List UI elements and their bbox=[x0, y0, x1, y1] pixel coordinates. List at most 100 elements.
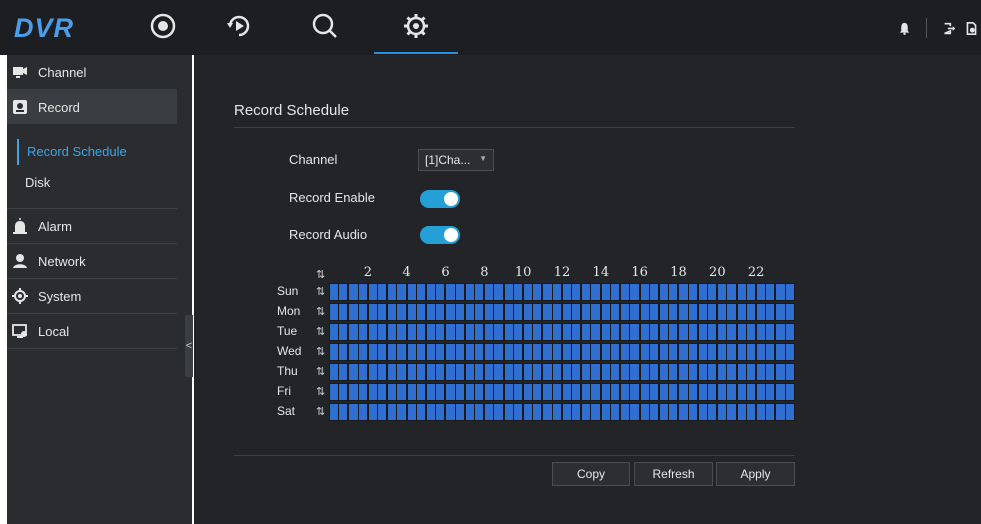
schedule-cell[interactable] bbox=[387, 364, 397, 380]
sidebar-item-alarm[interactable]: Alarm bbox=[7, 209, 177, 243]
schedule-cell[interactable] bbox=[416, 364, 426, 380]
schedule-cell[interactable] bbox=[697, 344, 707, 360]
schedule-cell[interactable] bbox=[766, 364, 775, 380]
schedule-cell[interactable] bbox=[669, 384, 678, 400]
schedule-cell[interactable] bbox=[600, 384, 610, 400]
refresh-button[interactable]: Refresh bbox=[634, 462, 713, 486]
schedule-cell[interactable] bbox=[378, 384, 387, 400]
schedule-cell[interactable] bbox=[358, 364, 367, 380]
schedule-cell[interactable] bbox=[717, 364, 727, 380]
sidebar-subitem-record-schedule[interactable]: Record Schedule bbox=[17, 139, 127, 165]
schedule-cell[interactable] bbox=[581, 304, 591, 320]
schedule-cell[interactable] bbox=[494, 344, 503, 360]
schedule-cell[interactable] bbox=[464, 284, 475, 300]
schedule-cell[interactable] bbox=[649, 324, 658, 340]
schedule-cell[interactable] bbox=[436, 404, 445, 420]
schedule-cell[interactable] bbox=[688, 284, 697, 300]
schedule-row[interactable] bbox=[329, 363, 795, 381]
schedule-cell[interactable] bbox=[717, 344, 727, 360]
schedule-cell[interactable] bbox=[572, 284, 581, 300]
schedule-cell[interactable] bbox=[358, 284, 367, 300]
schedule-cell[interactable] bbox=[669, 324, 678, 340]
apply-button[interactable]: Apply bbox=[716, 462, 795, 486]
schedule-cell[interactable] bbox=[591, 304, 600, 320]
schedule-cell[interactable] bbox=[484, 324, 494, 340]
schedule-cell[interactable] bbox=[484, 304, 494, 320]
schedule-cell[interactable] bbox=[475, 344, 484, 360]
schedule-cell[interactable] bbox=[387, 384, 397, 400]
schedule-cell[interactable] bbox=[639, 304, 649, 320]
schedule-cell[interactable] bbox=[688, 324, 697, 340]
bell-icon[interactable] bbox=[895, 19, 913, 37]
schedule-cell[interactable] bbox=[494, 284, 503, 300]
schedule-cell[interactable] bbox=[688, 364, 697, 380]
schedule-cell[interactable] bbox=[736, 364, 746, 380]
schedule-cell[interactable] bbox=[464, 344, 475, 360]
schedule-cell[interactable] bbox=[717, 384, 727, 400]
schedule-cell[interactable] bbox=[610, 364, 620, 380]
swap-icon[interactable]: ⇅ bbox=[316, 285, 325, 298]
schedule-cell[interactable] bbox=[436, 384, 445, 400]
schedule-cell[interactable] bbox=[513, 324, 523, 340]
schedule-cell[interactable] bbox=[542, 384, 552, 400]
schedule-cell[interactable] bbox=[600, 364, 610, 380]
schedule-cell[interactable] bbox=[406, 304, 416, 320]
schedule-cell[interactable] bbox=[436, 284, 445, 300]
schedule-cell[interactable] bbox=[649, 384, 658, 400]
schedule-cell[interactable] bbox=[688, 384, 697, 400]
copy-button[interactable]: Copy bbox=[552, 462, 630, 486]
schedule-cell[interactable] bbox=[348, 384, 358, 400]
schedule-cell[interactable] bbox=[397, 384, 406, 400]
schedule-cell[interactable] bbox=[513, 364, 523, 380]
schedule-cell[interactable] bbox=[746, 384, 755, 400]
schedule-cell[interactable] bbox=[707, 404, 717, 420]
schedule-cell[interactable] bbox=[766, 304, 775, 320]
schedule-cell[interactable] bbox=[464, 384, 475, 400]
live-view-icon[interactable] bbox=[145, 8, 181, 44]
search-icon[interactable] bbox=[307, 8, 343, 44]
schedule-cell[interactable] bbox=[397, 304, 406, 320]
schedule-cell[interactable] bbox=[426, 344, 436, 360]
schedule-cell[interactable] bbox=[639, 284, 649, 300]
schedule-cell[interactable] bbox=[649, 404, 658, 420]
schedule-cell[interactable] bbox=[330, 344, 339, 360]
schedule-cell[interactable] bbox=[436, 324, 445, 340]
schedule-cell[interactable] bbox=[475, 404, 484, 420]
schedule-cell[interactable] bbox=[503, 324, 513, 340]
schedule-cell[interactable] bbox=[561, 324, 572, 340]
schedule-cell[interactable] bbox=[736, 284, 746, 300]
schedule-cell[interactable] bbox=[503, 404, 513, 420]
schedule-cell[interactable] bbox=[406, 384, 416, 400]
schedule-cell[interactable] bbox=[387, 404, 397, 420]
schedule-cell[interactable] bbox=[494, 384, 503, 400]
schedule-cell[interactable] bbox=[785, 384, 794, 400]
sidebar-item-local[interactable]: Local bbox=[7, 314, 177, 348]
schedule-cell[interactable] bbox=[746, 284, 755, 300]
schedule-cell[interactable] bbox=[572, 404, 581, 420]
schedule-cell[interactable] bbox=[755, 304, 766, 320]
schedule-cell[interactable] bbox=[600, 284, 610, 300]
schedule-cell[interactable] bbox=[591, 344, 600, 360]
schedule-cell[interactable] bbox=[406, 324, 416, 340]
schedule-row[interactable] bbox=[329, 343, 795, 361]
schedule-cell[interactable] bbox=[600, 324, 610, 340]
schedule-cell[interactable] bbox=[600, 404, 610, 420]
schedule-cell[interactable] bbox=[367, 284, 378, 300]
schedule-cell[interactable] bbox=[445, 304, 455, 320]
schedule-cell[interactable] bbox=[785, 324, 794, 340]
schedule-cell[interactable] bbox=[513, 284, 523, 300]
schedule-cell[interactable] bbox=[727, 304, 736, 320]
schedule-row[interactable] bbox=[329, 303, 795, 321]
schedule-cell[interactable] bbox=[658, 284, 669, 300]
schedule-cell[interactable] bbox=[378, 324, 387, 340]
schedule-cell[interactable] bbox=[766, 284, 775, 300]
schedule-cell[interactable] bbox=[620, 304, 630, 320]
schedule-cell[interactable] bbox=[397, 324, 406, 340]
schedule-cell[interactable] bbox=[688, 344, 697, 360]
schedule-cell[interactable] bbox=[630, 284, 639, 300]
schedule-cell[interactable] bbox=[542, 284, 552, 300]
schedule-cell[interactable] bbox=[533, 344, 542, 360]
schedule-cell[interactable] bbox=[678, 304, 688, 320]
schedule-cell[interactable] bbox=[330, 304, 339, 320]
schedule-cell[interactable] bbox=[484, 404, 494, 420]
